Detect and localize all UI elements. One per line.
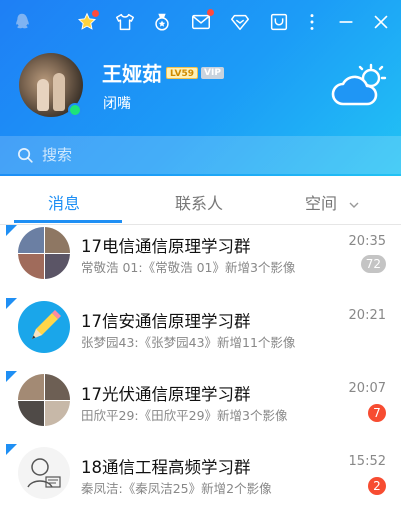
chevron-down-icon	[349, 202, 359, 208]
group-avatar	[18, 227, 70, 279]
active-tab-indicator	[14, 220, 122, 223]
unread-corner-marker	[6, 298, 17, 309]
unread-corner-marker	[6, 444, 17, 455]
nickname[interactable]: 王娅茹	[102, 58, 162, 87]
weather-cloud-icon[interactable]	[331, 62, 387, 108]
search-icon	[18, 147, 33, 163]
title-bar	[0, 6, 401, 40]
vip-badge[interactable]: VIP	[201, 67, 224, 79]
level-badge[interactable]: LV59	[166, 67, 198, 79]
avatar[interactable]	[19, 53, 83, 117]
unread-count-badge: 72	[360, 255, 386, 273]
medal-icon[interactable]	[150, 10, 174, 34]
profile-header: 王娅茹 LV59 VIP 闭嘴	[0, 0, 401, 176]
message-preview: 田欣平29:《田欣平29》新增3个影像	[81, 408, 288, 423]
tab-space[interactable]: 空间	[305, 190, 360, 214]
group-name: 18通信工程高频学习群	[81, 458, 251, 477]
tab-space-label: 空间	[305, 194, 338, 213]
star-icon[interactable]	[75, 10, 99, 34]
search-bar[interactable]	[0, 136, 401, 174]
message-list: 17电信通信原理学习群 常敬浩 01:《常敬浩 01》新增3个影像 20:35 …	[0, 225, 401, 517]
signature[interactable]: 闭嘴	[103, 93, 131, 113]
message-preview: 张梦园43:《张梦园43》新增11个影像	[81, 335, 296, 350]
message-time: 20:35	[348, 234, 386, 249]
unread-count-badge: 7	[368, 404, 386, 422]
message-time: 20:21	[348, 308, 386, 323]
list-item[interactable]: 18通信工程高频学习群 秦凤洁:《秦凤洁25》新增2个影像 15:52 2	[0, 444, 401, 517]
group-avatar	[18, 301, 70, 353]
group-name: 17光伏通信原理学习群	[81, 385, 251, 404]
group-avatar	[18, 447, 70, 499]
group-avatar	[18, 374, 70, 426]
gift-box-icon[interactable]	[228, 10, 252, 34]
message-preview: 常敬浩 01:《常敬浩 01》新增3个影像	[81, 260, 296, 275]
list-item[interactable]: 17电信通信原理学习群 常敬浩 01:《常敬浩 01》新增3个影像 20:35 …	[0, 225, 401, 298]
list-item[interactable]: 17信安通信原理学习群 张梦园43:《张梦园43》新增11个影像 20:21	[0, 298, 401, 371]
online-status-dot	[68, 103, 82, 117]
tab-bar: 消息 联系人 空间	[0, 176, 401, 225]
message-preview: 秦凤洁:《秦凤洁25》新增2个影像	[81, 481, 272, 496]
message-time: 15:52	[348, 454, 386, 469]
list-item[interactable]: 17光伏通信原理学习群 田欣平29:《田欣平29》新增3个影像 20:07 7	[0, 371, 401, 444]
close-icon[interactable]	[369, 10, 393, 34]
tab-contacts[interactable]: 联系人	[175, 190, 223, 214]
tshirt-icon[interactable]	[113, 10, 137, 34]
group-name: 17电信通信原理学习群	[81, 237, 251, 256]
unread-count-badge: 2	[368, 477, 386, 495]
folder-icon[interactable]	[267, 10, 291, 34]
search-input[interactable]	[42, 146, 342, 164]
message-time: 20:07	[348, 381, 386, 396]
qq-logo-icon[interactable]	[10, 10, 34, 34]
tab-messages[interactable]: 消息	[48, 190, 80, 214]
group-name: 17信安通信原理学习群	[81, 312, 251, 331]
minimize-icon[interactable]	[334, 10, 358, 34]
mail-icon[interactable]	[189, 9, 214, 34]
unread-corner-marker	[6, 225, 17, 236]
unread-corner-marker	[6, 371, 17, 382]
more-icon[interactable]	[300, 10, 324, 34]
